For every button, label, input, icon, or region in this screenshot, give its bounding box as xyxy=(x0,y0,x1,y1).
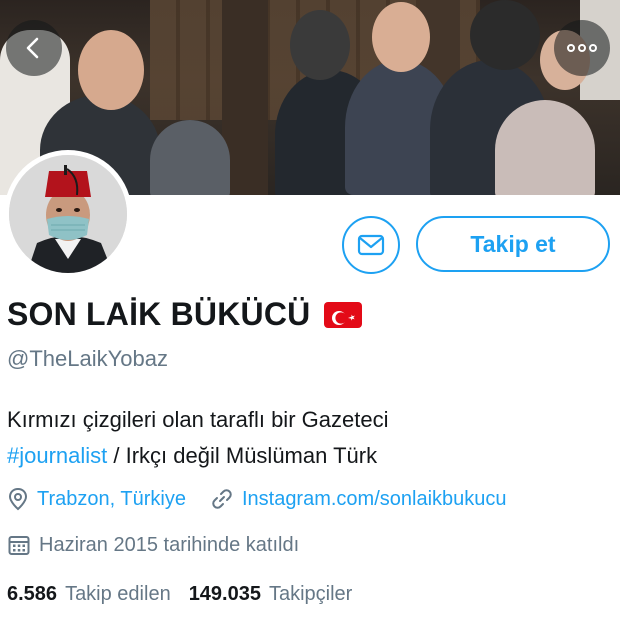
profile-meta-row: Trabzon, Türkiye Instagram.com/sonlaikbu… xyxy=(7,487,507,511)
chevron-left-icon xyxy=(26,37,39,59)
website-item: Instagram.com/sonlaikbukucu xyxy=(210,487,507,511)
bio-line: Kırmızı çizgileri olan taraflı bir Gazet… xyxy=(7,407,389,432)
more-options-button[interactable] xyxy=(554,20,610,76)
message-button[interactable] xyxy=(342,216,400,274)
location-text[interactable]: Trabzon, Türkiye xyxy=(37,488,186,511)
avatar[interactable] xyxy=(4,150,132,278)
more-horizontal-icon xyxy=(567,44,597,52)
profile-bio: Kırmızı çizgileri olan taraflı bir Gazet… xyxy=(7,402,607,474)
banner-figure xyxy=(372,2,430,72)
following-count[interactable]: 6.586 xyxy=(7,583,57,606)
envelope-icon xyxy=(357,234,385,256)
follow-stats-row: 6.586 Takip edilen 149.035 Takipçiler xyxy=(7,583,370,606)
joined-date-text: Haziran 2015 tarihinde katıldı xyxy=(39,533,300,556)
location-pin-icon xyxy=(7,487,29,511)
following-label[interactable]: Takip edilen xyxy=(65,583,171,606)
banner-figure xyxy=(290,10,350,80)
user-handle: @TheLaikYobaz xyxy=(7,346,168,371)
followers-label[interactable]: Takipçiler xyxy=(269,583,352,606)
banner-figure xyxy=(495,100,595,195)
banner-figure xyxy=(150,120,230,195)
avatar-image xyxy=(9,155,127,273)
bio-text: / Irkçı değil Müslüman Türk xyxy=(107,443,378,468)
follow-button[interactable]: Takip et xyxy=(416,216,610,272)
location-item: Trabzon, Türkiye xyxy=(7,487,186,511)
back-button[interactable] xyxy=(6,20,62,76)
website-link[interactable]: Instagram.com/sonlaikbukucu xyxy=(242,488,507,511)
avatar-illustration xyxy=(9,155,127,273)
display-name-row: SON LAİK BÜKÜCÜ xyxy=(7,296,363,333)
followers-count[interactable]: 149.035 xyxy=(189,583,261,606)
banner-figure xyxy=(470,0,540,70)
banner-figure xyxy=(78,30,144,110)
link-icon xyxy=(210,487,234,511)
bio-line: #journalist / Irkçı değil Müslüman Türk xyxy=(7,438,607,474)
hashtag-link[interactable]: #journalist xyxy=(7,443,107,468)
display-name: SON LAİK BÜKÜCÜ xyxy=(7,296,311,332)
calendar-icon xyxy=(7,533,31,557)
turkish-flag-icon xyxy=(324,301,363,328)
joined-date-row: Haziran 2015 tarihinde katıldı xyxy=(7,533,299,557)
